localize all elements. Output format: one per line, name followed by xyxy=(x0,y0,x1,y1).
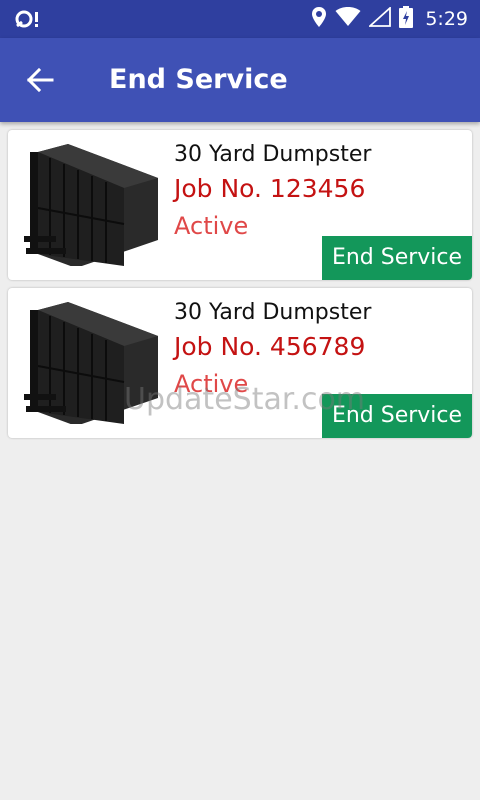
page-title: End Service xyxy=(109,64,288,95)
arrow-back-icon xyxy=(26,67,54,93)
status-icons: 5:29 xyxy=(311,0,468,38)
service-status: Active xyxy=(174,212,249,240)
service-card: 30 Yard Dumpster Job No. 123456 Active E… xyxy=(8,130,472,280)
location-icon xyxy=(311,6,327,32)
job-number: Job No. 123456 xyxy=(174,174,366,203)
dumpster-image xyxy=(16,300,160,426)
dumpster-image xyxy=(16,142,160,268)
dumpster-name: 30 Yard Dumpster xyxy=(174,142,372,167)
status-time: 5:29 xyxy=(425,8,468,30)
wifi-icon xyxy=(335,7,361,31)
service-card: 30 Yard Dumpster Job No. 456789 Active E… xyxy=(8,288,472,438)
back-button[interactable] xyxy=(22,62,58,98)
service-list: 30 Yard Dumpster Job No. 123456 Active E… xyxy=(8,130,472,446)
status-bar: 5:29 xyxy=(0,0,480,38)
app-bar: End Service xyxy=(0,38,480,122)
signal-icon xyxy=(367,5,392,31)
job-number: Job No. 456789 xyxy=(174,332,366,361)
notification-icon xyxy=(14,8,40,30)
dumpster-name: 30 Yard Dumpster xyxy=(174,300,372,325)
battery-icon xyxy=(399,6,414,32)
service-status: Active xyxy=(174,370,249,398)
end-service-button[interactable]: End Service xyxy=(322,236,472,280)
end-service-button[interactable]: End Service xyxy=(322,394,472,438)
